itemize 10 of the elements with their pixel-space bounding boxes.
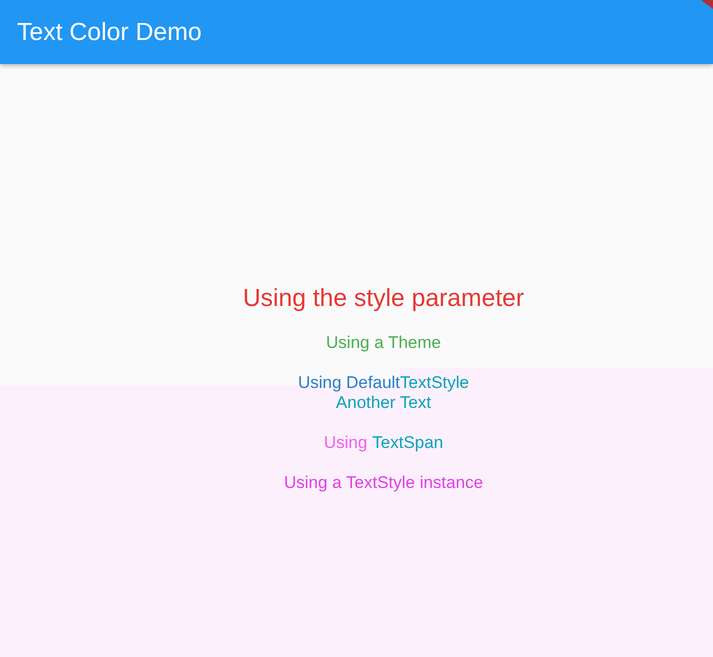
demo-text: TextSpan (372, 433, 444, 453)
app-title: Text Color Demo (17, 18, 202, 46)
demo-text: TextStyle (400, 373, 470, 393)
demo-text: Using a Theme (326, 333, 441, 353)
corner-ribbon-icon (699, 0, 713, 9)
demo-text: Using a TextStyle instance (284, 473, 484, 493)
demo-text: Using the style parameter (242, 285, 524, 313)
demo-text: Using Default (298, 373, 400, 393)
demo-text: Using (324, 433, 368, 453)
demo-text: Another Text (336, 393, 432, 413)
